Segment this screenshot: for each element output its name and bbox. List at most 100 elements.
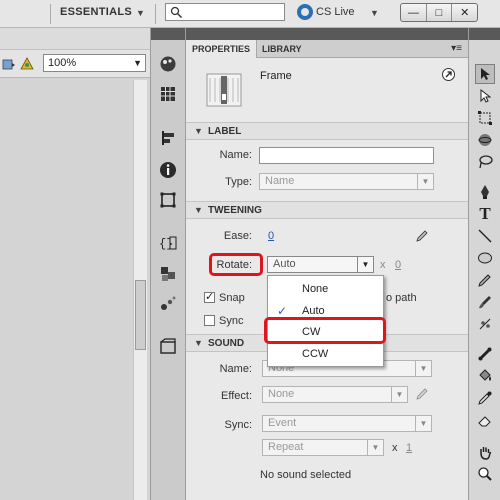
chevron-down-icon: ▼ (417, 174, 433, 189)
edit-easing-pencil-icon[interactable] (415, 229, 429, 243)
sound-sync-select[interactable]: Event ▼ (262, 415, 432, 432)
edit-symbols-icon[interactable] (2, 57, 16, 71)
repeat-count[interactable]: 1 (406, 442, 412, 454)
tools-header (469, 28, 500, 40)
effect-select[interactable]: None ▼ (262, 386, 408, 403)
oval-tool-icon[interactable] (475, 248, 495, 268)
repeat-multiplier: x (392, 442, 398, 454)
ease-label: Ease: (223, 230, 252, 242)
rotate-multiplier: x (380, 259, 386, 271)
sound-name-label: Name: (219, 363, 252, 375)
section-title: TWEENING (208, 205, 262, 216)
code-snippets-icon[interactable]: {} (158, 233, 178, 253)
tab-properties[interactable]: PROPERTIES (186, 40, 258, 58)
sync-checkbox[interactable] (204, 315, 215, 326)
chevron-down-icon: ▼ (367, 440, 383, 455)
chevron-down-icon: ▼ (415, 361, 431, 376)
info-icon[interactable] (158, 160, 178, 180)
rotate-label-highlight (209, 253, 263, 276)
pencil-tool-icon[interactable] (475, 270, 495, 290)
lasso-tool-icon[interactable] (475, 152, 495, 172)
cs-live-icon[interactable] (297, 4, 313, 20)
cs-live-button[interactable]: CS Live (316, 6, 355, 18)
frame-title: Frame (260, 70, 292, 82)
project-icon[interactable] (158, 336, 178, 356)
chevron-down-icon: ▼ (415, 416, 431, 431)
repeat-select[interactable]: Repeat ▼ (262, 439, 384, 456)
zoom-value: 100% (48, 57, 77, 69)
rotate-value: Auto (273, 258, 296, 270)
paint-bucket-tool-icon[interactable] (475, 366, 495, 386)
document-tab-strip (0, 28, 150, 50)
search-input[interactable] (165, 3, 285, 21)
vertical-scrollbar[interactable] (133, 80, 147, 500)
text-tool-icon[interactable]: T (475, 204, 495, 224)
motion-presets-icon[interactable] (158, 294, 178, 314)
selection-tool-icon[interactable] (475, 64, 495, 84)
effect-value: None (268, 388, 295, 400)
application-bar: ESSENTIALS ▼ CS Live ▼ — □ ✕ (0, 0, 500, 28)
edit-bar: 100% ▼ (0, 50, 150, 78)
sound-sync-value: Event (268, 417, 297, 429)
maximize-button[interactable]: □ (427, 4, 453, 21)
edit-envelope-pencil-icon[interactable] (415, 387, 429, 401)
scrollbar-thumb[interactable] (135, 280, 146, 350)
frame-name-field[interactable] (259, 147, 434, 164)
swatches-grid-icon[interactable] (158, 84, 178, 104)
tab-library[interactable]: LIBRARY (256, 40, 308, 58)
line-tool-icon[interactable] (475, 226, 495, 246)
chevron-down-icon: ▼ (133, 58, 142, 68)
chevron-down-icon: ▼ (391, 387, 407, 402)
label-type-select[interactable]: Name ▼ (259, 173, 434, 190)
collapse-triangle-icon: ▼ (194, 205, 203, 215)
panel-menu-icon[interactable]: ▾≡ (451, 43, 462, 54)
stage-area: 100% ▼ (0, 28, 150, 500)
zoom-select[interactable]: 100% ▼ (43, 54, 146, 72)
close-button[interactable]: ✕ (452, 4, 477, 21)
color-swatches-icon[interactable] (158, 54, 178, 74)
tools-panel: T (468, 28, 500, 500)
transform-icon[interactable] (158, 190, 178, 210)
label-section-header[interactable]: ▼ LABEL (186, 122, 468, 140)
edit-scene-icon[interactable] (20, 57, 34, 71)
3d-rotation-tool-icon[interactable] (475, 130, 495, 150)
chevron-down-icon: ▼ (357, 257, 373, 272)
frame-icon (206, 73, 242, 107)
collapse-triangle-icon: ▼ (194, 126, 203, 136)
help-icon[interactable] (442, 68, 455, 81)
free-transform-tool-icon[interactable] (475, 108, 495, 128)
strip-header (151, 28, 185, 40)
workspace-switcher[interactable]: ESSENTIALS (60, 6, 132, 18)
separator (50, 4, 51, 24)
type-label: Type: (225, 176, 252, 188)
minimize-button[interactable]: — (401, 4, 427, 21)
snap-label: Snap (219, 292, 245, 304)
cs-live-dropdown-arrow-icon[interactable]: ▼ (370, 8, 379, 18)
eyedropper-tool-icon[interactable] (475, 388, 495, 408)
components-icon[interactable] (158, 264, 178, 284)
cw-option-highlight (264, 317, 386, 344)
zoom-tool-icon[interactable] (475, 464, 495, 484)
search-icon (170, 6, 183, 19)
rotate-select[interactable]: Auto ▼ (267, 256, 374, 273)
tweening-section-header[interactable]: ▼ TWEENING (186, 201, 468, 219)
ease-value[interactable]: 0 (268, 230, 274, 242)
deco-tool-icon[interactable] (475, 314, 495, 334)
align-icon[interactable] (158, 128, 178, 148)
subselection-tool-icon[interactable] (475, 86, 495, 106)
workspace-dropdown-arrow-icon[interactable]: ▼ (136, 8, 145, 18)
pen-tool-icon[interactable] (475, 182, 495, 202)
bone-tool-icon[interactable] (475, 344, 495, 364)
menu-item-label: CCW (302, 348, 329, 360)
eraser-tool-icon[interactable] (475, 410, 495, 430)
hand-tool-icon[interactable] (475, 442, 495, 462)
menu-item-none[interactable]: None (268, 278, 383, 300)
snap-checkbox[interactable] (204, 290, 215, 303)
rotate-count[interactable]: 0 (395, 259, 401, 271)
menu-item-ccw[interactable]: CCW (268, 343, 383, 365)
menu-item-label: None (302, 283, 329, 295)
menu-item-label: Auto (302, 305, 325, 317)
name-label: Name: (219, 149, 252, 161)
orient-to-path-label: o path (386, 292, 417, 304)
brush-tool-icon[interactable] (475, 292, 495, 312)
